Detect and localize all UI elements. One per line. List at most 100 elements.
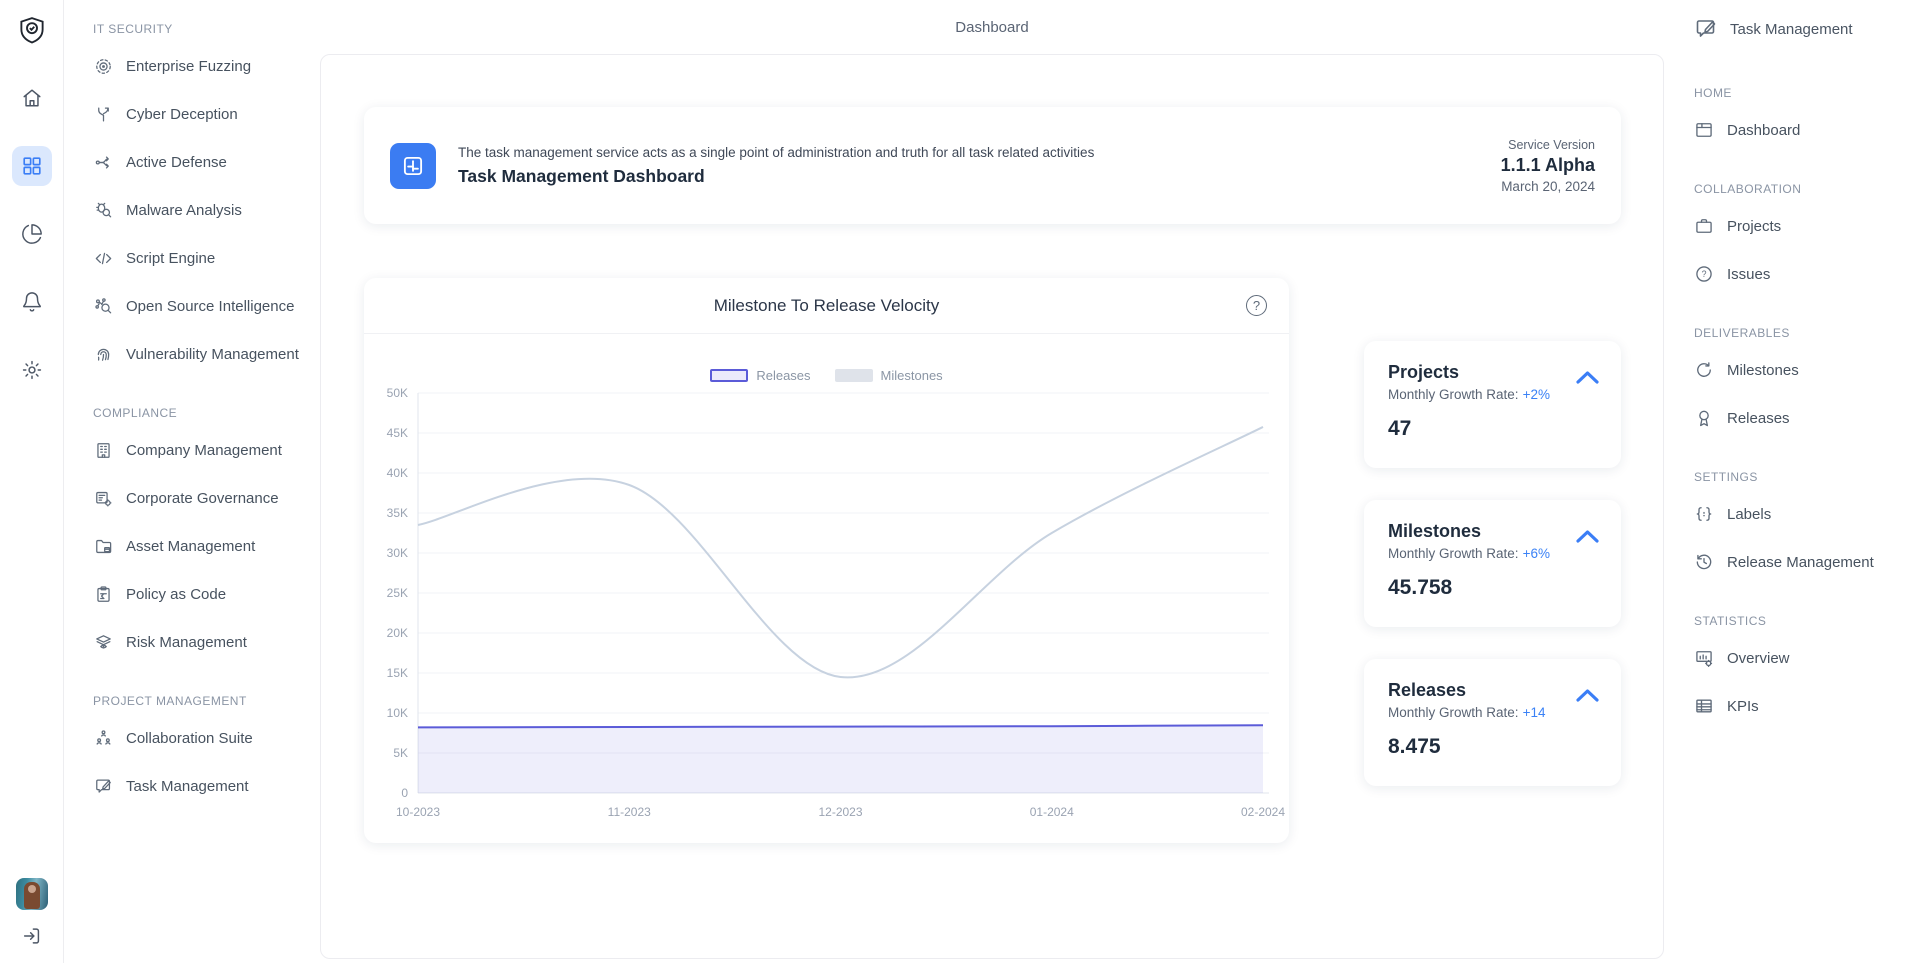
sidebar-item-overview[interactable]: Overview [1694, 634, 1912, 682]
milestones-swatch [835, 369, 873, 382]
sidebar-item-collaboration-suite[interactable]: Collaboration Suite [93, 714, 312, 762]
growth-label: Monthly Growth Rate: [1388, 705, 1519, 720]
workflow-arrows-icon [93, 152, 113, 172]
service-version-block: Service Version 1.1.1 Alpha March 20, 20… [1501, 138, 1595, 194]
service-info-card: The task management service acts as a si… [364, 107, 1621, 224]
page-title: Dashboard [955, 19, 1028, 36]
stat-value: 8.475 [1388, 735, 1597, 759]
stat-card-releases: Releases Monthly Growth Rate:+14 8.475 [1364, 659, 1621, 786]
version-label: Service Version [1501, 138, 1595, 152]
growth-label: Monthly Growth Rate: [1388, 546, 1519, 561]
legend-label: Milestones [881, 368, 943, 383]
layers-eye-icon [93, 632, 113, 652]
presentation-chart-icon [1694, 648, 1714, 668]
sidebar-item-malware-analysis[interactable]: Malware Analysis [93, 186, 312, 234]
apps-grid-icon[interactable] [12, 146, 52, 186]
sidebar-item-kpis[interactable]: KPIs [1694, 682, 1912, 730]
sidebar-item-label: Corporate Governance [126, 490, 279, 507]
stat-growth: Monthly Growth Rate:+2% [1388, 387, 1597, 402]
sidebar-item-label: Open Source Intelligence [126, 298, 294, 315]
sidebar-item-issues[interactable]: ? Issues [1694, 250, 1912, 298]
sidebar-item-corporate-governance[interactable]: Corporate Governance [93, 474, 312, 522]
sidebar-item-policy-as-code[interactable]: Policy as Code [93, 570, 312, 618]
sidebar-item-open-source-intelligence[interactable]: Open Source Intelligence [93, 282, 312, 330]
sidebar-item-labels[interactable]: Labels [1694, 490, 1912, 538]
briefcase-icon [1694, 216, 1714, 236]
fingerprint-icon [93, 344, 113, 364]
releases-swatch [710, 369, 748, 382]
right-sidebar: Task Management HOME Dashboard COLLABORA… [1664, 0, 1920, 963]
stat-growth: Monthly Growth Rate:+6% [1388, 546, 1597, 561]
section-home: HOME Dashboard [1694, 80, 1912, 154]
sidebar-item-projects[interactable]: Projects [1694, 202, 1912, 250]
branch-icon [93, 104, 113, 124]
logout-icon[interactable] [21, 925, 43, 947]
sidebar-item-active-defense[interactable]: Active Defense [93, 138, 312, 186]
svg-text:?: ? [1702, 269, 1707, 279]
svg-text:0: 0 [401, 786, 408, 800]
version-value: 1.1.1 Alpha [1501, 155, 1595, 176]
sidebar-item-task-management[interactable]: Task Management [93, 762, 312, 810]
sidebar-item-risk-management[interactable]: Risk Management [93, 618, 312, 666]
award-icon [1694, 408, 1714, 428]
section-statistics: STATISTICS Overview KPIs [1694, 608, 1912, 730]
info-text-block: The task management service acts as a si… [458, 145, 1094, 187]
sidebar-item-label: Issues [1727, 266, 1770, 283]
sidebar-item-vulnerability-management[interactable]: Vulnerability Management [93, 330, 312, 378]
shield-logo-icon[interactable] [14, 12, 50, 48]
svg-text:15K: 15K [387, 666, 408, 680]
chart-legend: Releases Milestones [364, 368, 1289, 383]
chevron-up-icon[interactable] [1576, 530, 1599, 548]
rail-nav [12, 78, 52, 390]
bug-search-icon [93, 200, 113, 220]
service-description: The task management service acts as a si… [458, 145, 1094, 160]
section-label: SETTINGS [1694, 464, 1912, 490]
app-window: IT SECURITY Enterprise Fuzzing Cyber Dec… [0, 0, 1920, 963]
pie-chart-icon[interactable] [12, 214, 52, 254]
sidebar-item-label: Collaboration Suite [126, 730, 253, 747]
stat-value: 45.758 [1388, 576, 1597, 600]
message-edit-icon [1694, 17, 1718, 41]
left-sidebar: IT SECURITY Enterprise Fuzzing Cyber Dec… [64, 0, 320, 963]
sidebar-item-cyber-deception[interactable]: Cyber Deception [93, 90, 312, 138]
section-label: HOME [1694, 80, 1912, 106]
section-deliverables: DELIVERABLES Milestones Releases [1694, 320, 1912, 442]
legend-item-releases[interactable]: Releases [710, 368, 810, 383]
svg-text:01-2024: 01-2024 [1030, 805, 1074, 819]
sidebar-item-asset-management[interactable]: Asset Management [93, 522, 312, 570]
window-icon [1694, 120, 1714, 140]
section-label: DELIVERABLES [1694, 320, 1912, 346]
network-search-icon [93, 296, 113, 316]
sidebar-item-script-engine[interactable]: Script Engine [93, 234, 312, 282]
sidebar-item-dashboard[interactable]: Dashboard [1694, 106, 1912, 154]
sidebar-item-releases[interactable]: Releases [1694, 394, 1912, 442]
help-icon[interactable]: ? [1246, 295, 1267, 316]
target-icon [93, 56, 113, 76]
section-label: COLLABORATION [1694, 176, 1912, 202]
message-edit-icon [93, 776, 113, 796]
sidebar-item-company-management[interactable]: Company Management [93, 426, 312, 474]
avatar[interactable] [16, 878, 48, 910]
sync-icon [1694, 360, 1714, 380]
svg-text:30K: 30K [387, 546, 408, 560]
app-title: Task Management [1730, 21, 1853, 38]
braces-icon [1694, 504, 1714, 524]
table-icon [1694, 696, 1714, 716]
svg-text:11-2023: 11-2023 [608, 805, 651, 819]
content-row: Milestone To Release Velocity ? Releases… [364, 278, 1621, 843]
section-settings: SETTINGS Labels Release Management [1694, 464, 1912, 586]
app-header[interactable]: Task Management [1694, 0, 1912, 58]
chevron-up-icon[interactable] [1576, 689, 1599, 707]
growth-label: Monthly Growth Rate: [1388, 387, 1519, 402]
sidebar-item-milestones[interactable]: Milestones [1694, 346, 1912, 394]
legend-item-milestones[interactable]: Milestones [835, 368, 943, 383]
chevron-up-icon[interactable] [1576, 371, 1599, 389]
gear-icon[interactable] [12, 350, 52, 390]
svg-text:12-2023: 12-2023 [818, 805, 862, 819]
home-icon[interactable] [12, 78, 52, 118]
sidebar-item-label: Malware Analysis [126, 202, 242, 219]
bell-icon[interactable] [12, 282, 52, 322]
sidebar-item-enterprise-fuzzing[interactable]: Enterprise Fuzzing [93, 42, 312, 90]
sidebar-item-label: Vulnerability Management [126, 346, 299, 363]
sidebar-item-release-management[interactable]: Release Management [1694, 538, 1912, 586]
